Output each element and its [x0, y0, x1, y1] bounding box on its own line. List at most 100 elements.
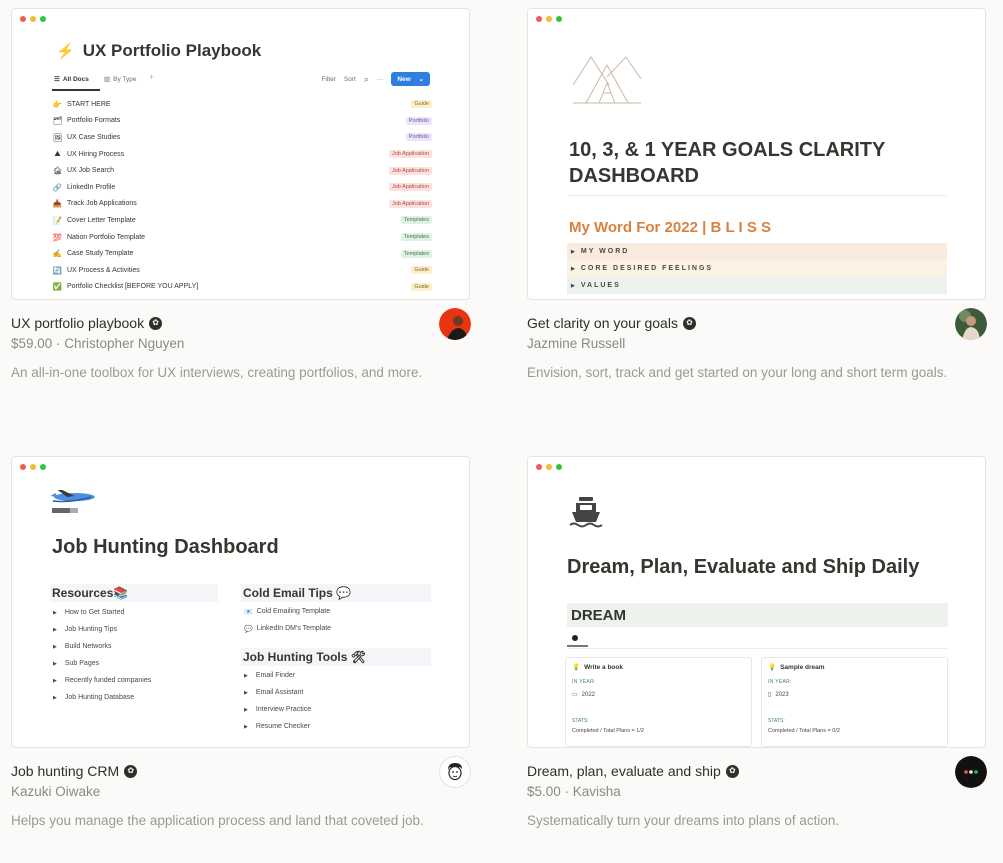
toggle-values[interactable]: ▶ VALUES [567, 277, 947, 294]
template-preview[interactable]: Job Hunting Dashboard Resources📚 ▶ How to… [11, 456, 470, 748]
cold-email-link[interactable]: 📧 Cold Emailing Template [241, 603, 431, 620]
doc-row[interactable]: 📥 Track Job Applications Job Application [52, 196, 432, 213]
tool-toggle[interactable]: ▶ Resume Checker [241, 718, 431, 735]
template-preview[interactable]: Dream, Plan, Evaluate and Ship Daily DRE… [527, 456, 986, 748]
tool-toggle[interactable]: ▶ Email Assistant [241, 684, 431, 701]
price-author: $5.00 · Kavisha [527, 784, 621, 799]
tab-by-type[interactable]: ▥ By Type [104, 75, 137, 84]
resources-heading: Resources📚 [50, 584, 218, 602]
doc-title: Track Job Applications [67, 200, 137, 208]
list-icon: ☰ [54, 76, 60, 83]
author-name: Kazuki Oiwake [11, 784, 101, 799]
lightning-bolt-icon: ⚡ [56, 43, 75, 60]
doc-row[interactable]: 💯 Nation Portfolio Template Templates [52, 229, 432, 246]
close-dot-icon [20, 16, 26, 22]
toggle-my-word[interactable]: ▶ MY WORD [567, 243, 947, 260]
preview-title: Dream, Plan, Evaluate and Ship Daily [567, 556, 920, 578]
maximize-dot-icon [556, 464, 562, 470]
type-tag: Job Application [389, 199, 432, 208]
doc-title: UX Hiring Process [67, 150, 125, 158]
page-emoji-icon: 🏚 [52, 166, 63, 176]
type-tag: Job Application [389, 166, 432, 175]
doc-row[interactable]: 👉 START HERE Guide [52, 96, 432, 113]
template-meta: Job hunting CRM ✿ Kazuki Oiwake Helps yo… [11, 748, 471, 831]
runway-decoration [52, 508, 78, 513]
resource-toggle[interactable]: ▶ Sub Pages [50, 655, 218, 672]
resource-toggle[interactable]: ▶ Build Networks [50, 638, 218, 655]
new-button[interactable]: New ⌄ [391, 72, 430, 86]
tab-all-docs[interactable]: ☰ All Docs [54, 75, 89, 84]
doc-row[interactable]: 🔄 UX Process & Activities Guide [52, 262, 432, 279]
dream-gallery: 💡 Write a book IN YEAR: ▭ 2022 STATS: Co… [565, 657, 948, 747]
template-title[interactable]: UX portfolio playbook ✿ [11, 314, 471, 332]
author-avatar[interactable] [439, 756, 471, 788]
doc-row[interactable]: 🗂 Portfolio Formats Portfolio [52, 113, 432, 130]
template-card-goals-clarity[interactable]: 10, 3, & 1 YEAR GOALS CLARITY DASHBOARD … [527, 8, 987, 383]
toggle-arrow-icon: ▶ [244, 689, 248, 696]
dream-card[interactable]: 💡 Sample dream IN YEAR: ▯ 2023 STATS: Co… [761, 657, 948, 747]
author-avatar[interactable] [955, 308, 987, 340]
doc-row[interactable]: ✅ Portfolio Checklist [BEFORE YOU APPLY] G… [52, 279, 432, 296]
doc-title: START HERE [67, 100, 111, 108]
toggle-arrow-icon: ▶ [571, 265, 575, 272]
tools-heading: Job Hunting Tools 🛠 [241, 648, 431, 666]
minimize-dot-icon [546, 464, 552, 470]
doc-row[interactable]: 🏚 UX Job Search Job Application [52, 162, 432, 179]
doc-row[interactable]: 🔗 LinkedIn Profile Job Application [52, 179, 432, 196]
type-tag: Job Application [389, 183, 432, 192]
template-title[interactable]: Job hunting CRM ✿ [11, 762, 471, 780]
type-tag: Portfolio [405, 133, 432, 142]
window-controls [536, 464, 562, 470]
template-card-dream-plan-ship[interactable]: Dream, Plan, Evaluate and Ship Daily DRE… [527, 456, 987, 831]
doc-row[interactable]: 🖼 UX Case Studies Portfolio [52, 129, 432, 146]
dream-card[interactable]: 💡 Write a book IN YEAR: ▭ 2022 STATS: Co… [565, 657, 752, 747]
more-icon[interactable]: ··· [377, 76, 384, 83]
window-controls [20, 464, 46, 470]
toggle-arrow-icon: ▶ [571, 282, 575, 289]
doc-row[interactable]: ✍ Case Study Template Templates [52, 245, 432, 262]
view-toolbar: Filter Sort ⌕ ··· New ⌄ [321, 72, 430, 86]
template-title[interactable]: Dream, plan, evaluate and ship ✿ [527, 762, 987, 780]
template-card-ux-portfolio[interactable]: ⚡ UX Portfolio Playbook ☰ All Docs ▥ By … [11, 8, 471, 383]
resource-toggle[interactable]: ▶ How to Get Started [50, 604, 218, 621]
page-emoji-icon: 💯 [52, 232, 63, 242]
tool-toggle[interactable]: ▶ Email Finder [241, 667, 431, 684]
filter-button[interactable]: Filter [321, 76, 335, 83]
close-dot-icon [536, 464, 542, 470]
active-tab-indicator [52, 89, 100, 91]
template-meta: Dream, plan, evaluate and ship ✿ $5.00 ·… [527, 748, 987, 831]
maximize-dot-icon [556, 16, 562, 22]
tool-toggle[interactable]: ▶ Interview Practice [241, 701, 431, 718]
sort-button[interactable]: Sort [344, 76, 356, 83]
resource-toggle[interactable]: ▶ Job Hunting Tips [50, 621, 218, 638]
page-emoji-icon: 📝 [52, 215, 63, 225]
template-preview[interactable]: ⚡ UX Portfolio Playbook ☰ All Docs ▥ By … [11, 8, 470, 300]
ship-icon [568, 495, 604, 536]
maximize-dot-icon [40, 16, 46, 22]
author-avatar[interactable] [439, 308, 471, 340]
cold-email-link[interactable]: 💬 LinkedIn DM's Template [241, 620, 431, 637]
template-preview[interactable]: 10, 3, & 1 YEAR GOALS CLARITY DASHBOARD … [527, 8, 986, 300]
template-description: Helps you manage the application process… [11, 813, 424, 828]
doc-row[interactable]: ⛰ UX Hiring Process Job Application [52, 146, 432, 163]
page-emoji-icon: ✍ [52, 249, 63, 259]
template-title[interactable]: Get clarity on your goals ✿ [527, 314, 987, 332]
resource-toggle[interactable]: ▶ Recently funded companies [50, 672, 218, 689]
resource-toggle[interactable]: ▶ Job Hunting Database [50, 689, 218, 706]
template-card-job-hunting-crm[interactable]: Job Hunting Dashboard Resources📚 ▶ How to… [11, 456, 471, 831]
type-tag: Templates [400, 216, 432, 225]
resources-section: Resources📚 ▶ How to Get Started ▶ Job Hunti… [50, 584, 218, 706]
toggle-core-desired-feelings[interactable]: ▶ CORE DESIRED FEELINGS [567, 260, 947, 277]
add-view-button[interactable]: + [149, 72, 154, 82]
preview-title: ⚡ UX Portfolio Playbook [56, 41, 262, 60]
page-icon: ▯ [768, 692, 772, 698]
author-avatar[interactable] [955, 756, 987, 788]
view-tabs: ☰ All Docs ▥ By Type + Filter Sort ⌕ ···… [52, 72, 432, 91]
doc-row[interactable]: 📝 Cover Letter Template Templates [52, 212, 432, 229]
type-tag: Guide [411, 266, 432, 275]
page-emoji-icon: 🗂 [52, 116, 63, 126]
view-tab-icon[interactable] [572, 635, 578, 641]
price-author: $59.00 · Christopher Nguyen [11, 336, 185, 351]
featured-badge-icon: ✿ [124, 764, 138, 778]
search-icon[interactable]: ⌕ [364, 74, 369, 85]
